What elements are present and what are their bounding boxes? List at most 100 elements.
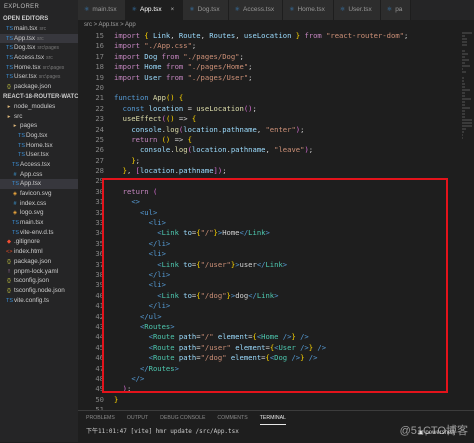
project-section-title[interactable]: REACT-18-ROUTER-WATCH [0,92,78,102]
tree-item-2[interactable]: ▸pages [0,121,78,131]
tree-item-13[interactable]: TSvite-env.d.ts [0,228,78,238]
open-editors-section-title[interactable]: OPEN EDITORS [0,14,78,24]
code-line[interactable]: 21function App() { [78,93,474,103]
tree-item-9[interactable]: ◈favicon.svg [0,189,78,199]
file-label: User.tsx [26,151,49,158]
code-line[interactable]: 50} [78,395,474,405]
panel-tab-debug-console[interactable]: DEBUG CONSOLE [160,411,205,425]
editor-tab-5[interactable]: ⚛User.tsx [334,0,381,20]
minimap-line [462,116,465,118]
code-line[interactable]: 25 return () => { [78,135,474,145]
file-path-hint: src\pages [43,65,65,71]
file-label: main.tsx [20,219,43,226]
close-icon[interactable]: × [171,0,175,20]
line-text: console.log(location.pathname, "leave"); [114,145,474,155]
breadcrumb[interactable]: src > App.tsx > App [78,20,474,30]
tree-item-6[interactable]: TSAccess.tsx [0,160,78,170]
open-editor-item-3[interactable]: TSAccess.tsxsrc [0,53,78,63]
code-line[interactable]: 30 return ( [78,187,474,197]
code-line[interactable]: 16import "./App.css"; [78,41,474,51]
code-line[interactable]: 42 </ul> [78,312,474,322]
tree-item-1[interactable]: ▸src [0,112,78,122]
panel-tab-problems[interactable]: PROBLEMS [86,411,115,425]
editor-tab-4[interactable]: ⚛Home.tsx [283,0,334,20]
panel-tab-comments[interactable]: COMMENTS [217,411,247,425]
panel-tab-terminal[interactable]: TERMINAL [260,411,286,425]
open-editor-item-5[interactable]: TSUser.tsxsrc\pages [0,72,78,82]
tree-item-7[interactable]: #App.css [0,170,78,180]
code-line[interactable]: 19import User from "./pages/User"; [78,73,474,83]
tree-item-15[interactable]: <>index.html [0,247,78,257]
code-line[interactable]: 33 <li> [78,218,474,228]
line-text: </Routes> [114,364,474,374]
editor-tab-2[interactable]: ⚛Dog.tsx [183,0,228,20]
code-line[interactable]: 18import Home from "./pages/Home"; [78,62,474,72]
minimap[interactable] [460,31,474,401]
editor-tab-3[interactable]: ⚛Access.tsx [229,0,283,20]
tree-item-17[interactable]: !pnpm-lock.yaml [0,267,78,277]
tree-item-14[interactable]: ◆.gitignore [0,237,78,247]
minimap-line [462,65,470,67]
editor-tab-1[interactable]: ⚛App.tsx× [126,0,184,20]
code-line[interactable]: 36 <li> [78,249,474,259]
code-line[interactable]: 23 useEffect(() => { [78,114,474,124]
code-line[interactable]: 20 [78,83,474,93]
open-editor-item-2[interactable]: TSDog.tsxsrc\pages [0,43,78,53]
code-line[interactable]: 35 </li> [78,239,474,249]
code-line[interactable]: 27 }; [78,156,474,166]
line-number: 22 [78,104,114,114]
line-number: 33 [78,218,114,228]
open-editor-item-0[interactable]: TSmain.tsxsrc [0,24,78,34]
open-editor-item-4[interactable]: TSHome.tsxsrc\pages [0,63,78,73]
code-line[interactable]: 39 <li> [78,280,474,290]
code-line[interactable]: 37 <Link to={"/user"}>user</Link> [78,260,474,270]
editor-tab-0[interactable]: ⚛main.tsx [78,0,126,20]
code-line[interactable]: 49 ); [78,384,474,394]
code-line[interactable]: 26 console.log(location.pathname, "leave… [78,145,474,155]
code-line[interactable]: 34 <Link to={"/"}>Home</Link> [78,228,474,238]
code-line[interactable]: 45 <Route path="/user" element={<User />… [78,343,474,353]
editor-tabs: ⚛main.tsx⚛App.tsx×⚛Dog.tsx⚛Access.tsx⚛Ho… [78,0,474,20]
code-line[interactable]: 31 <> [78,197,474,207]
code-line[interactable]: 43 <Routes> [78,322,474,332]
tree-item-8[interactable]: TSApp.tsx [0,179,78,189]
line-number: 40 [78,291,114,301]
code-line[interactable]: 15import { Link, Route, Routes, useLocat… [78,31,474,41]
code-line[interactable]: 28 }, [location.pathname]); [78,166,474,176]
line-number: 24 [78,125,114,135]
code-line[interactable]: 22 const location = useLocation(); [78,104,474,114]
tree-item-16[interactable]: {}package.json [0,257,78,267]
open-editor-item-1[interactable]: TSApp.tsxsrc [0,34,78,44]
code-line[interactable]: 48 </> [78,374,474,384]
code-editor[interactable]: 15import { Link, Route, Routes, useLocat… [78,31,474,415]
tree-item-12[interactable]: TSmain.tsx [0,218,78,228]
tree-item-5[interactable]: TSUser.tsx [0,150,78,160]
line-number: 28 [78,166,114,176]
tree-item-19[interactable]: {}tsconfig.node.json [0,286,78,296]
code-line[interactable]: 17import Dog from "./pages/Dog"; [78,52,474,62]
code-line[interactable]: 24 console.log(location.pathname, "enter… [78,125,474,135]
tree-item-0[interactable]: ▸node_modules [0,102,78,112]
code-line[interactable]: 32 <ul> [78,208,474,218]
code-line[interactable]: 47 </Routes> [78,364,474,374]
code-line[interactable]: 44 <Route path="/" element={<Home />} /> [78,332,474,342]
code-line[interactable]: 40 <Link to={"/dog"}>dog</Link> [78,291,474,301]
code-line[interactable]: 41 </li> [78,301,474,311]
tab-label: main.tsx [92,0,116,20]
open-editor-item-6[interactable]: {}package.json [0,82,78,92]
tree-item-4[interactable]: TSHome.tsx [0,141,78,151]
tree-item-20[interactable]: TSvite.config.ts [0,296,78,306]
minimap-line [462,98,471,100]
panel-tab-output[interactable]: OUTPUT [127,411,148,425]
tree-item-18[interactable]: {}tsconfig.json [0,276,78,286]
tree-item-10[interactable]: #index.css [0,199,78,209]
tree-item-3[interactable]: TSDog.tsx [0,131,78,141]
tree-item-11[interactable]: ◈logo.svg [0,208,78,218]
editor-tab-6[interactable]: ⚛pa [381,0,412,20]
line-text: return () => { [114,135,474,145]
editor-area: ⚛main.tsx⚛App.tsx×⚛Dog.tsx⚛Access.tsx⚛Ho… [78,0,474,442]
code-line[interactable]: 29 [78,176,474,186]
tab-label: Home.tsx [297,0,324,20]
code-line[interactable]: 46 <Route path="/dog" element={<Dog />} … [78,353,474,363]
code-line[interactable]: 38 </li> [78,270,474,280]
